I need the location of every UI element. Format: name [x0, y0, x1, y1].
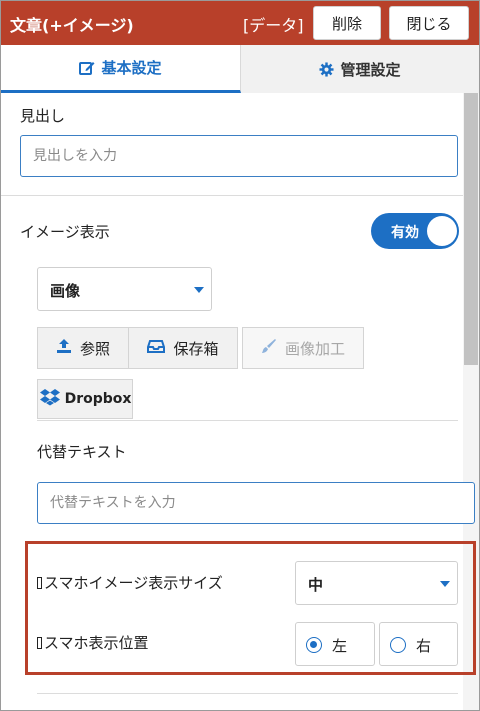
heading-input[interactable]: [20, 135, 458, 177]
mobile-position-label: スマホ表示位置: [37, 632, 149, 653]
image-type-value: 画像: [50, 282, 81, 300]
section-divider: [37, 693, 458, 694]
alt-text-input[interactable]: [37, 482, 475, 524]
dropbox-icon: [39, 388, 61, 410]
delete-button[interactable]: 削除: [313, 6, 381, 40]
checkbox-icon: [37, 577, 42, 589]
storage-button[interactable]: 保存箱: [128, 327, 238, 369]
mobile-position-text: スマホ表示位置: [44, 634, 149, 652]
settings-tabs: 基本設定 管理設定: [1, 45, 479, 93]
tab-basic-label: 基本設定: [101, 59, 162, 77]
alt-text-label: 代替テキスト: [37, 443, 127, 461]
mobile-size-select[interactable]: 中: [295, 561, 458, 605]
inbox-icon: [147, 338, 166, 358]
heading-label: 見出し: [20, 107, 66, 125]
browse-button[interactable]: 参照: [37, 327, 129, 369]
tab-admin-settings[interactable]: 管理設定: [241, 45, 479, 93]
image-edit-label: 画像加工: [284, 339, 345, 358]
dropbox-label: Dropbox: [64, 391, 132, 407]
position-right-label: 右: [416, 637, 432, 655]
mobile-size-text: スマホイメージ表示サイズ: [44, 574, 223, 592]
browse-label: 参照: [79, 339, 110, 358]
dialog-title: 文章(+イメージ): [10, 16, 134, 35]
checkbox-icon: [37, 637, 42, 649]
dropbox-button[interactable]: Dropbox: [37, 379, 133, 419]
section-divider: [37, 420, 458, 421]
chevron-down-icon: [194, 287, 204, 293]
toggle-label: 有効: [391, 225, 419, 241]
image-type-select[interactable]: 画像: [37, 267, 212, 311]
edit-icon: [79, 60, 95, 76]
image-display-label: イメージ表示: [20, 223, 110, 241]
brush-icon: [261, 338, 277, 358]
dialog-header: 文章(+イメージ) [データ] 削除 閉じる: [1, 1, 479, 45]
position-left-label: 左: [332, 637, 348, 655]
tab-basic-settings[interactable]: 基本設定: [1, 45, 241, 93]
upload-icon: [56, 338, 72, 358]
radio-checked-icon: [306, 637, 322, 653]
close-button[interactable]: 閉じる: [389, 6, 469, 40]
toggle-knob: [427, 216, 457, 246]
position-left-radio[interactable]: 左: [295, 622, 375, 666]
tab-admin-label: 管理設定: [340, 60, 401, 79]
dialog-frame: 文章(+イメージ) [データ] 削除 閉じる 基本設定 管理設定 見出し 見出し…: [0, 0, 480, 711]
mobile-size-value: 中: [308, 576, 324, 594]
mobile-size-label: スマホイメージ表示サイズ: [37, 572, 223, 593]
section-divider: [1, 195, 463, 196]
storage-label: 保存箱: [173, 339, 219, 358]
radio-unchecked-icon: [390, 637, 406, 653]
gear-icon: [319, 61, 335, 77]
image-display-toggle[interactable]: 有効: [371, 213, 459, 249]
image-edit-button: 画像加工: [242, 327, 364, 369]
position-right-radio[interactable]: 右: [379, 622, 458, 666]
scrollbar-thumb[interactable]: [464, 93, 478, 365]
chevron-down-icon: [440, 581, 450, 587]
data-link[interactable]: [データ]: [243, 12, 304, 36]
